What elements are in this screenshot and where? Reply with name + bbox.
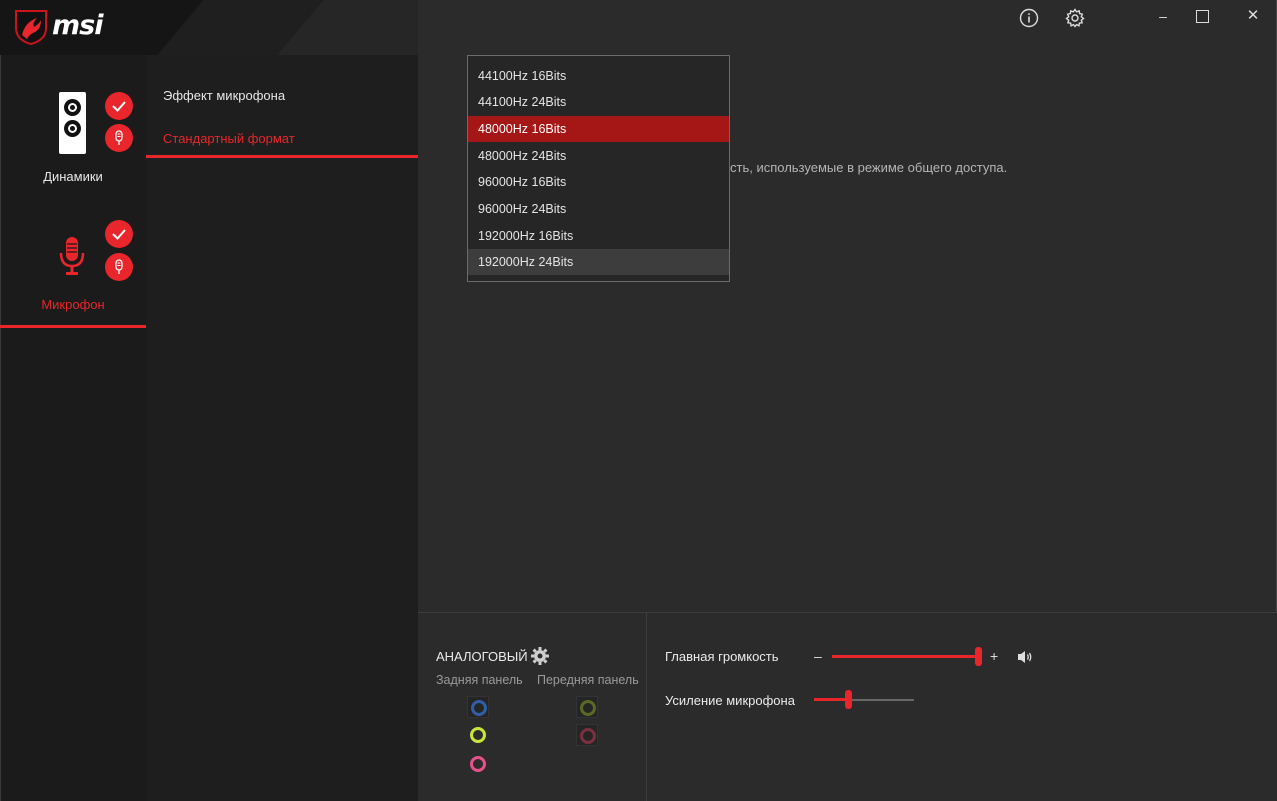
master-volume-slider-thumb[interactable] — [975, 647, 982, 666]
format-option[interactable]: 44100Hz 24Bits — [468, 89, 729, 115]
settings-menu-panel — [146, 55, 418, 801]
bottom-divider — [646, 612, 647, 801]
front-jack-pink[interactable] — [576, 724, 598, 746]
default-device-check-icon[interactable] — [105, 220, 133, 248]
format-description-text: сть, используемые в режиме общего доступ… — [730, 160, 1008, 175]
rear-panel-label: Задняя панель — [436, 673, 523, 687]
analog-settings-gear-icon[interactable] — [530, 646, 550, 666]
device-label-microphone[interactable]: Микрофон — [0, 297, 146, 312]
gear-icon[interactable] — [1065, 8, 1085, 28]
volume-minus-button[interactable]: – — [814, 648, 822, 664]
active-device-indicator — [0, 325, 146, 328]
master-volume-label: Главная громкость — [665, 649, 779, 664]
speaker-volume-icon[interactable] — [1016, 649, 1036, 665]
menu-item-default-format[interactable]: Стандартный формат — [163, 131, 295, 146]
format-option[interactable]: 96000Hz 16Bits — [468, 169, 729, 195]
rear-jack-lime[interactable] — [467, 724, 489, 746]
format-dropdown-list[interactable]: 44100Hz 16Bits 44100Hz 24Bits 48000Hz 16… — [467, 55, 730, 282]
format-option-selected[interactable]: 48000Hz 16Bits — [468, 116, 729, 142]
rear-jack-pink[interactable] — [467, 753, 489, 775]
default-comm-device-mic-icon[interactable] — [105, 253, 133, 281]
maximize-button[interactable] — [1196, 10, 1209, 23]
default-device-check-icon[interactable] — [105, 92, 133, 120]
master-volume-slider-track[interactable] — [832, 655, 982, 658]
volume-plus-button[interactable]: + — [990, 648, 998, 664]
format-option[interactable]: 48000Hz 24Bits — [468, 143, 729, 169]
mic-boost-label: Усиление микрофона — [665, 693, 795, 708]
msi-dragon-logo-icon — [15, 10, 47, 46]
format-option[interactable]: 44100Hz 16Bits — [468, 63, 729, 89]
menu-item-mic-effects[interactable]: Эффект микрофона — [163, 88, 285, 103]
speaker-device-icon[interactable] — [59, 92, 86, 154]
device-label-speakers[interactable]: Динамики — [0, 169, 146, 184]
format-option[interactable]: 192000Hz 16Bits — [468, 223, 729, 249]
info-icon[interactable] — [1019, 8, 1039, 28]
microphone-device-icon[interactable] — [57, 235, 87, 277]
front-panel-label: Передняя панель — [537, 673, 639, 687]
front-jack-green[interactable] — [576, 696, 598, 718]
rear-jack-blue[interactable] — [467, 696, 489, 718]
mic-boost-slider-thumb[interactable] — [845, 690, 852, 709]
format-option-hovered[interactable]: 192000Hz 24Bits — [468, 249, 729, 275]
mic-boost-slider-fill — [814, 698, 848, 701]
close-button[interactable]: ✕ — [1241, 6, 1265, 26]
msi-wordmark: msi — [52, 10, 103, 41]
format-option[interactable]: 96000Hz 24Bits — [468, 196, 729, 222]
minimize-button[interactable]: – — [1150, 8, 1176, 28]
analog-title: АНАЛОГОВЫЙ — [436, 649, 528, 664]
default-comm-device-mic-icon[interactable] — [105, 124, 133, 152]
active-menu-indicator — [146, 155, 418, 158]
